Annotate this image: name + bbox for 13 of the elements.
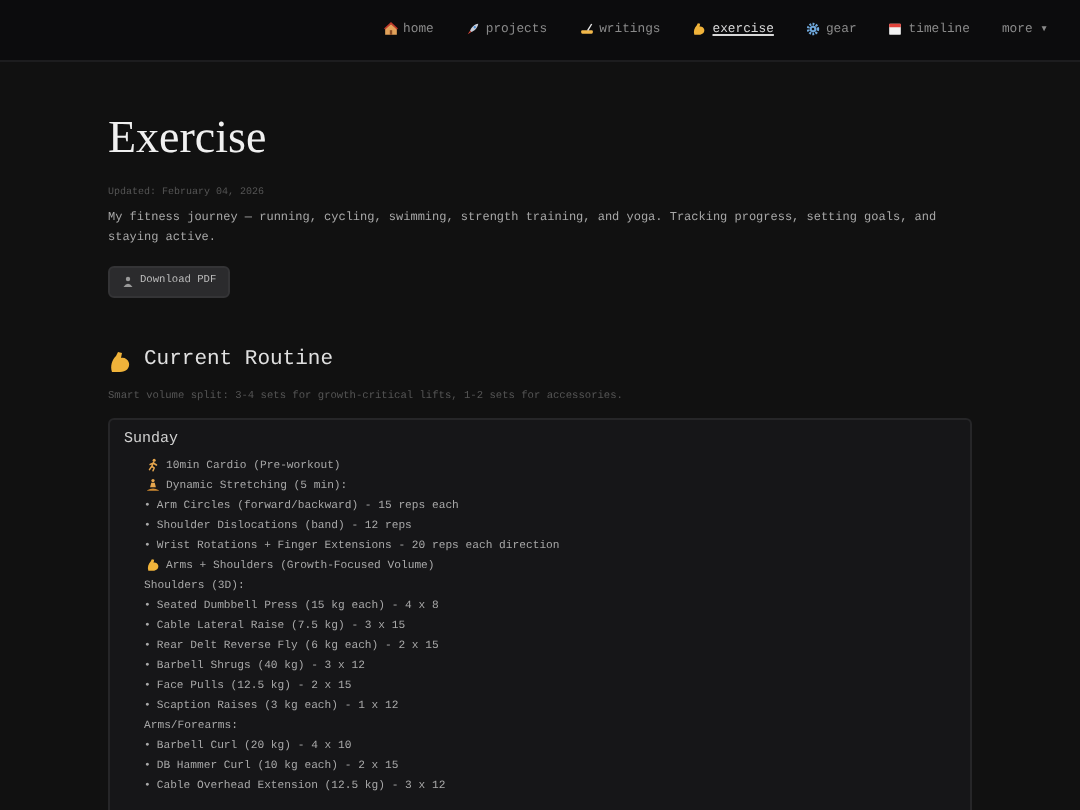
calendar-icon xyxy=(888,22,903,37)
page-title: Exercise xyxy=(108,110,269,166)
rocket-icon xyxy=(465,22,480,37)
flexed-arm-icon xyxy=(692,22,707,37)
running-person-icon xyxy=(146,458,160,473)
section-heading: Current Routine xyxy=(144,346,334,377)
meditating-person-icon xyxy=(146,478,160,493)
house-icon xyxy=(383,22,398,37)
flexed-arm-icon xyxy=(146,558,160,573)
person-icon xyxy=(122,276,134,289)
gear-icon xyxy=(805,22,820,37)
flexed-arm-icon xyxy=(108,349,132,374)
writing-hand-icon xyxy=(579,22,594,37)
